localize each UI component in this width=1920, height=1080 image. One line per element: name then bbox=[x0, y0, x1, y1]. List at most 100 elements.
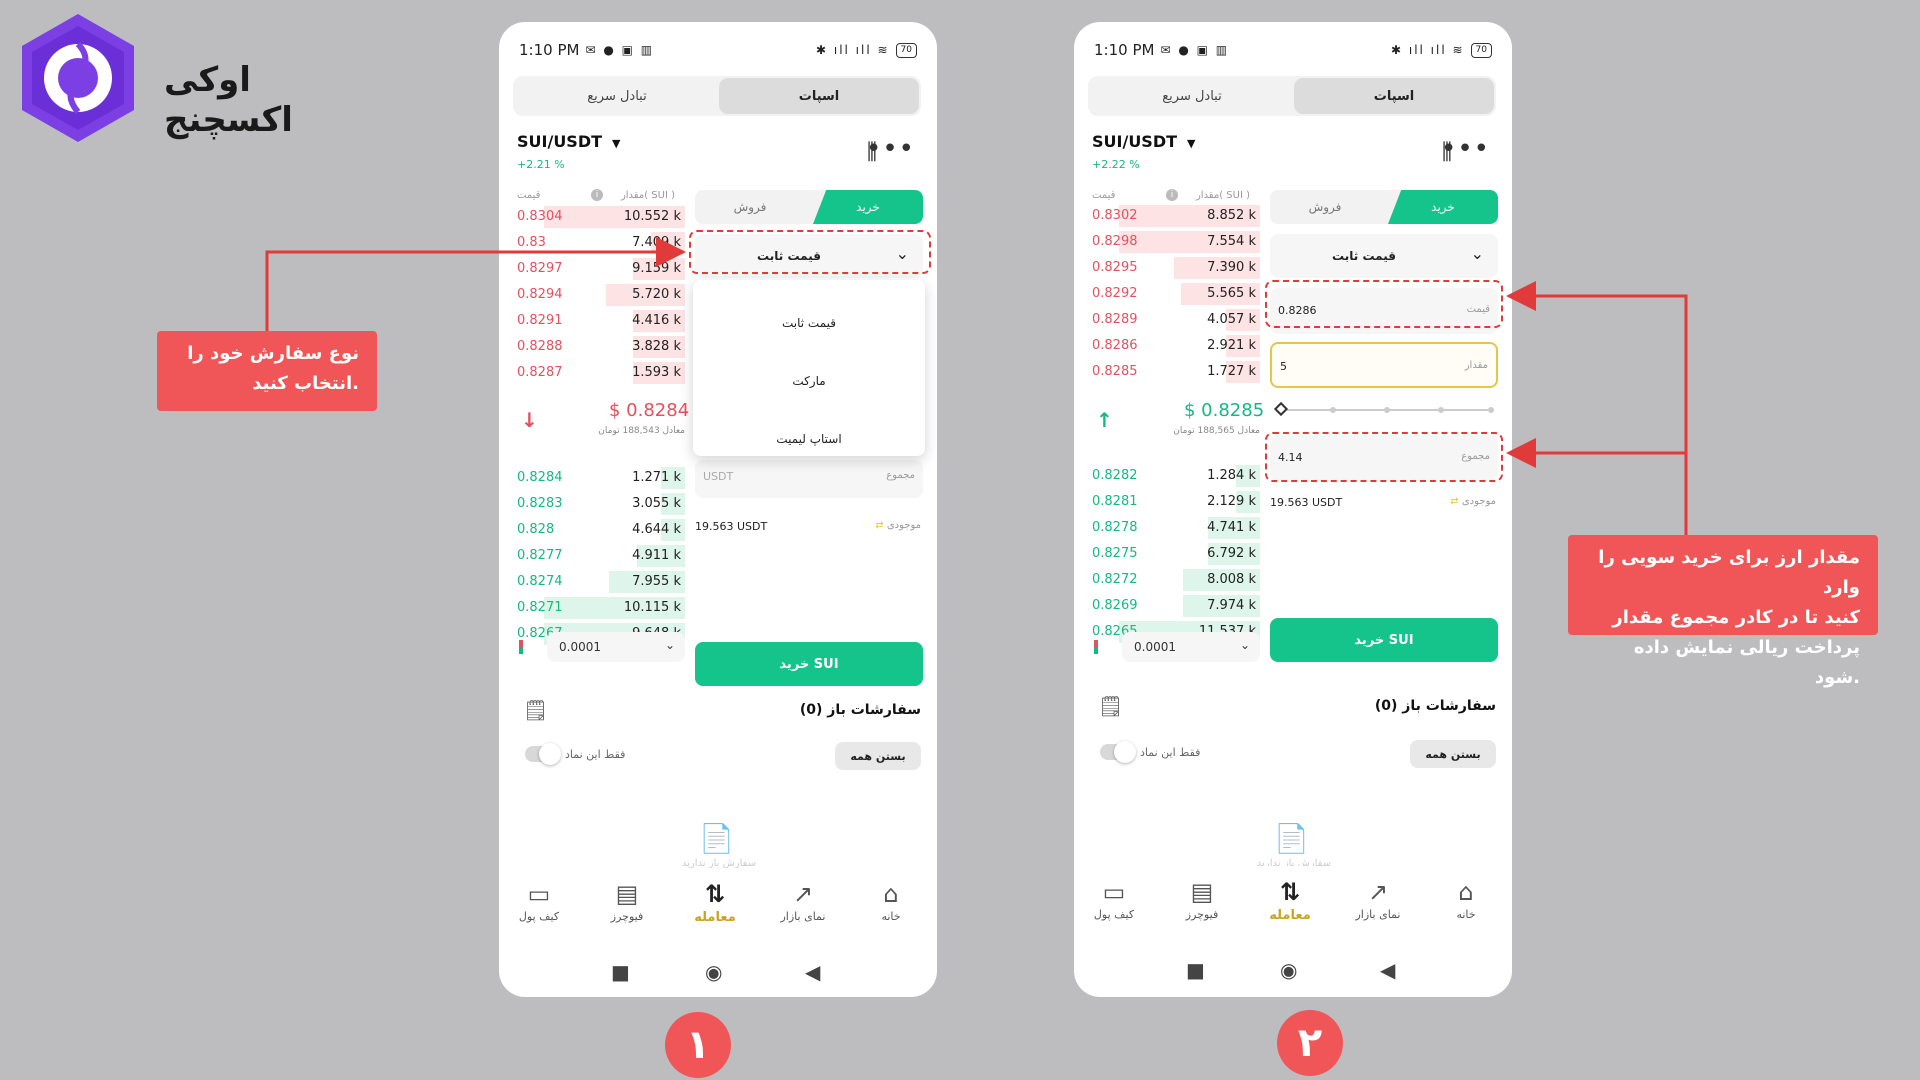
tab-quick-swap[interactable]: تبادل سریع bbox=[1092, 78, 1292, 114]
more-options-icon[interactable]: ••• bbox=[1441, 134, 1490, 164]
amount-slider[interactable] bbox=[1273, 401, 1494, 417]
recent-apps-icon[interactable]: ■ bbox=[1186, 958, 1205, 982]
recent-apps-icon[interactable]: ■ bbox=[611, 960, 630, 984]
row-qty: 7.409 k bbox=[632, 235, 681, 250]
pair-selector[interactable]: SUI/USDT ▼ bbox=[517, 132, 621, 151]
row-qty: 6.792 k bbox=[1207, 546, 1256, 561]
signal-icons: ✱ ıll ıll ≋ bbox=[1390, 43, 1465, 57]
futures-icon: ▤ bbox=[1190, 878, 1214, 906]
dropdown-item-limit[interactable]: قیمت ثابت bbox=[693, 294, 925, 352]
ask-row[interactable]: 0.8286 2.921 k bbox=[1088, 334, 1260, 358]
bid-row[interactable]: 0.828 4.644 k bbox=[513, 518, 685, 542]
home-button-icon[interactable]: ◉ bbox=[705, 960, 722, 984]
bid-row[interactable]: 0.8271 10.115 k bbox=[513, 596, 685, 620]
row-price: 0.8288 bbox=[517, 339, 563, 354]
tab-buy[interactable]: خرید bbox=[813, 190, 923, 224]
bid-row[interactable]: 0.8269 7.974 k bbox=[1088, 594, 1260, 618]
balance-label-text: موجودی bbox=[1461, 496, 1496, 507]
bid-row[interactable]: 0.8275 6.792 k bbox=[1088, 542, 1260, 566]
pair-selector[interactable]: SUI/USDT ▼ bbox=[1092, 132, 1196, 151]
ask-row[interactable]: 0.8292 5.565 k bbox=[1088, 282, 1260, 306]
bid-row[interactable]: 0.8281 2.129 k bbox=[1088, 490, 1260, 514]
ask-row[interactable]: 0.8285 1.727 k bbox=[1088, 360, 1260, 384]
depth-mode-icon[interactable] bbox=[519, 640, 523, 654]
buy-sui-button[interactable]: خرید SUI bbox=[1270, 618, 1498, 662]
only-symbol-toggle[interactable] bbox=[1100, 741, 1136, 763]
callout-line: انتخاب کنید. bbox=[252, 373, 359, 394]
ask-row[interactable]: 0.8288 3.828 k bbox=[513, 335, 685, 359]
nav-trade[interactable]: ⇅ معامله bbox=[1250, 876, 1330, 923]
balance-label: ⇄ موجودی bbox=[1450, 496, 1496, 507]
info-icon[interactable]: i bbox=[591, 189, 603, 201]
order-history-icon[interactable]: 🗒 bbox=[523, 698, 548, 722]
tab-quick-swap[interactable]: تبادل سریع bbox=[517, 78, 717, 114]
info-icon[interactable]: i bbox=[1166, 189, 1178, 201]
bid-row[interactable]: 0.8283 3.055 k bbox=[513, 492, 685, 516]
nav-trade[interactable]: ⇅ معامله bbox=[675, 878, 755, 925]
more-options-icon[interactable]: ••• bbox=[866, 134, 915, 164]
dropdown-item-stop-limit[interactable]: استاپ لیمیت bbox=[693, 410, 925, 468]
bid-row[interactable]: 0.8272 8.008 k bbox=[1088, 568, 1260, 592]
bid-row[interactable]: 0.8277 4.911 k bbox=[513, 544, 685, 568]
back-icon[interactable]: ◀ bbox=[1380, 958, 1395, 982]
amount-field[interactable]: 5 مقدار bbox=[1270, 342, 1498, 388]
ask-row[interactable]: 0.83 7.409 k bbox=[513, 231, 685, 255]
ask-row[interactable]: 0.8287 1.593 k bbox=[513, 361, 685, 385]
home-icon: ⌂ bbox=[1458, 878, 1474, 906]
slider-handle[interactable] bbox=[1273, 401, 1289, 417]
order-type-select[interactable]: قیمت ثابت ⌄ bbox=[1270, 234, 1498, 278]
ask-row[interactable]: 0.8289 4.057 k bbox=[1088, 308, 1260, 332]
tick-size-select[interactable]: 0.0001 ⌄ bbox=[547, 632, 685, 662]
tab-buy[interactable]: خرید bbox=[1388, 190, 1498, 224]
close-all-button[interactable]: بستن همه bbox=[835, 742, 921, 770]
ask-row[interactable]: 0.8302 8.852 k bbox=[1088, 204, 1260, 228]
row-price: 0.8286 bbox=[1092, 338, 1138, 353]
row-price: 0.8287 bbox=[517, 365, 563, 380]
only-symbol-toggle[interactable] bbox=[525, 743, 561, 765]
nav-home[interactable]: ⌂ خانه bbox=[1426, 876, 1506, 921]
close-all-button[interactable]: بستن همه bbox=[1410, 740, 1496, 768]
dropdown-item-market[interactable]: مارکت bbox=[693, 352, 925, 410]
nav-market[interactable]: ↗ نمای بازار bbox=[763, 878, 843, 923]
nav-wallet[interactable]: ▭ کیف پول bbox=[1074, 876, 1154, 921]
slider-step-25[interactable] bbox=[1330, 407, 1336, 413]
nav-home[interactable]: ⌂ خانه bbox=[851, 878, 931, 923]
phone-screen-1: 1:10 PM ✉ ● ▣ ▥ ✱ ıll ıll ≋ 70 تبادل سریع … bbox=[499, 22, 937, 997]
ask-row[interactable]: 0.8297 9.159 k bbox=[513, 257, 685, 281]
bid-row[interactable]: 0.8278 4.741 k bbox=[1088, 516, 1260, 540]
tab-sell[interactable]: فروش bbox=[1270, 190, 1380, 224]
transfer-icon[interactable]: ⇄ bbox=[875, 520, 887, 531]
home-button-icon[interactable]: ◉ bbox=[1280, 958, 1297, 982]
callout-enter-amount: مقدار ارز برای خرید سویی را وارد کنید تا… bbox=[1568, 535, 1878, 688]
ask-row[interactable]: 0.8298 7.554 k bbox=[1088, 230, 1260, 254]
ask-row[interactable]: 0.8291 4.416 k bbox=[513, 309, 685, 333]
transfer-icon[interactable]: ⇄ bbox=[1450, 496, 1462, 507]
ask-row[interactable]: 0.8295 7.390 k bbox=[1088, 256, 1260, 280]
nav-futures[interactable]: ▤ فیوچرز bbox=[587, 878, 667, 923]
bid-row[interactable]: 0.8282 1.284 k bbox=[1088, 464, 1260, 488]
callout-line: کنید تا در کادر مجموع مقدار bbox=[1612, 607, 1860, 628]
row-qty: 1.593 k bbox=[632, 365, 681, 380]
slider-step-100[interactable] bbox=[1488, 407, 1494, 413]
tick-size-select[interactable]: 0.0001 ⌄ bbox=[1122, 632, 1260, 662]
bid-row[interactable]: 0.8274 7.955 k bbox=[513, 570, 685, 594]
slider-step-50[interactable] bbox=[1384, 407, 1390, 413]
back-icon[interactable]: ◀ bbox=[805, 960, 820, 984]
ask-row[interactable]: 0.8304 10.552 k bbox=[513, 205, 685, 229]
nav-wallet[interactable]: ▭ کیف پول bbox=[499, 878, 579, 923]
tab-spot[interactable]: اسپات bbox=[719, 78, 919, 114]
tab-sell[interactable]: فروش bbox=[695, 190, 805, 224]
row-price: 0.8302 bbox=[1092, 208, 1138, 223]
nav-market[interactable]: ↗ نمای بازار bbox=[1338, 876, 1418, 921]
ask-row[interactable]: 0.8294 5.720 k bbox=[513, 283, 685, 307]
nav-futures[interactable]: ▤ فیوچرز bbox=[1162, 876, 1242, 921]
buy-sui-button[interactable]: خرید SUI bbox=[695, 642, 923, 686]
bid-row[interactable]: 0.8284 1.271 k bbox=[513, 466, 685, 490]
row-price: 0.8283 bbox=[517, 496, 563, 511]
tab-spot[interactable]: اسپات bbox=[1294, 78, 1494, 114]
signal-icons: ✱ ıll ıll ≋ bbox=[815, 43, 890, 57]
order-history-icon[interactable]: 🗒 bbox=[1098, 694, 1123, 718]
step-badge-2: ۲ bbox=[1277, 1010, 1343, 1076]
slider-step-75[interactable] bbox=[1438, 407, 1444, 413]
depth-mode-icon[interactable] bbox=[1094, 640, 1098, 654]
